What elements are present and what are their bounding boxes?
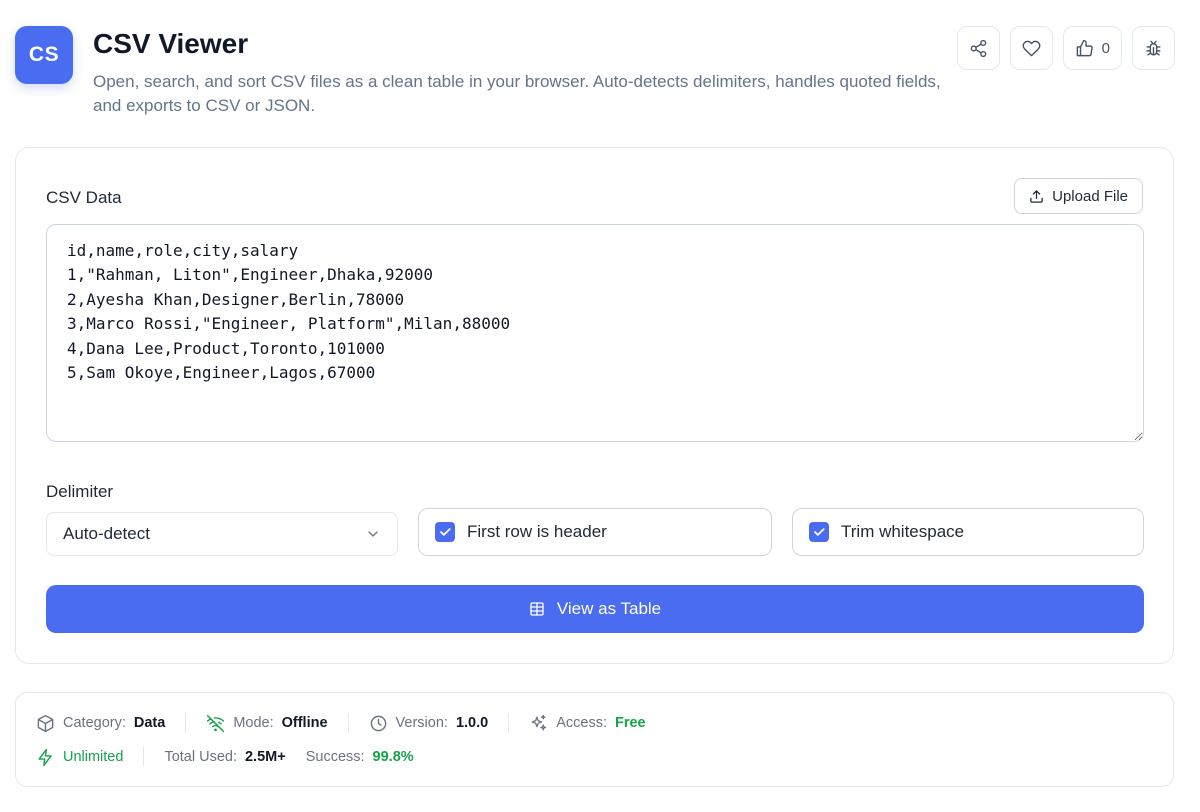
meta-mode: Mode: Offline	[206, 714, 328, 733]
meta-divider	[508, 713, 510, 733]
trim-whitespace-label: Trim whitespace	[841, 522, 965, 541]
first-row-header-option[interactable]: First row is header	[418, 508, 772, 556]
view-as-table-button[interactable]: View as Table	[46, 585, 1144, 633]
share-icon	[970, 39, 986, 57]
meta-mode-label: Mode:	[233, 715, 274, 731]
first-row-header-label: First row is header	[467, 522, 607, 541]
bug-icon	[1146, 40, 1161, 56]
like-count: 0	[1101, 39, 1110, 57]
table-icon	[530, 602, 544, 616]
share-button[interactable]	[956, 26, 1000, 70]
meta-version: Version: 1.0.0	[369, 714, 489, 733]
meta-version-value: 1.0.0	[455, 715, 489, 731]
meta-success-label: Success:	[305, 749, 365, 765]
meta-divider	[347, 713, 349, 733]
meta-divider	[185, 713, 187, 733]
chevron-down-icon	[368, 531, 378, 537]
meta-mode-value: Offline	[281, 715, 328, 731]
delimiter-selected-value: Auto-detect	[63, 524, 150, 543]
meta-unlimited-label: Unlimited	[63, 749, 124, 765]
app-logo: CS	[15, 26, 73, 84]
page-title: CSV Viewer	[93, 28, 249, 59]
check-icon	[440, 528, 451, 536]
tool-meta-panel: Category: Data Mode: Offline Version: 1.…	[15, 692, 1174, 787]
sparkles-icon	[531, 714, 547, 730]
meta-category: Category: Data	[36, 714, 165, 733]
favorite-button[interactable]	[1009, 26, 1053, 70]
trim-whitespace-checkbox[interactable]	[809, 522, 829, 542]
cube-icon	[37, 714, 54, 732]
meta-unlimited: Unlimited	[36, 748, 123, 767]
csv-input-card: CSV Data Upload File id,name,role,city,s…	[15, 147, 1174, 664]
meta-success-value: 99.8%	[372, 749, 414, 765]
meta-category-label: Category:	[63, 715, 126, 731]
trim-whitespace-option[interactable]: Trim whitespace	[792, 508, 1144, 556]
page-description: Open, search, and sort CSV files as a cl…	[93, 72, 941, 115]
wifi-off-icon	[207, 714, 225, 732]
meta-category-value: Data	[133, 715, 166, 731]
meta-row-secondary: Unlimited Total Used: 2.5M+ Success: 99.…	[36, 747, 414, 767]
upload-file-label: Upload File	[1052, 187, 1128, 205]
like-button[interactable]: 0	[1062, 26, 1122, 70]
meta-access: Access: Free	[529, 714, 646, 733]
csv-data-textarea[interactable]: id,name,role,city,salary 1,"Rahman, Lito…	[46, 224, 1144, 442]
header-actions: 0	[956, 26, 1175, 70]
meta-total-used: Total Used: 2.5M+	[164, 749, 285, 765]
first-row-header-checkbox[interactable]	[435, 522, 455, 542]
meta-total-used-value: 2.5M+	[244, 749, 286, 765]
report-bug-button[interactable]	[1132, 26, 1175, 70]
meta-version-label: Version:	[395, 715, 448, 731]
thumbs-up-icon	[1076, 39, 1093, 56]
view-as-table-label: View as Table	[556, 599, 662, 618]
meta-divider	[143, 747, 145, 767]
delimiter-label: Delimiter	[46, 482, 114, 501]
heart-icon	[1022, 40, 1041, 56]
tool-header: CS CSV Viewer Open, search, and sort CSV…	[15, 26, 1175, 126]
meta-success: Success: 99.8%	[306, 749, 414, 765]
lightning-icon	[38, 748, 52, 766]
meta-access-label: Access:	[556, 715, 607, 731]
csv-data-label: CSV Data	[46, 188, 122, 207]
meta-access-value: Free	[614, 715, 646, 731]
meta-row-primary: Category: Data Mode: Offline Version: 1.…	[36, 713, 646, 733]
clock-icon	[370, 715, 386, 731]
meta-total-used-label: Total Used:	[164, 749, 237, 765]
check-icon	[814, 528, 825, 536]
upload-icon	[1030, 189, 1043, 203]
delimiter-select[interactable]: Auto-detect	[46, 512, 398, 556]
upload-file-button[interactable]: Upload File	[1014, 178, 1143, 214]
